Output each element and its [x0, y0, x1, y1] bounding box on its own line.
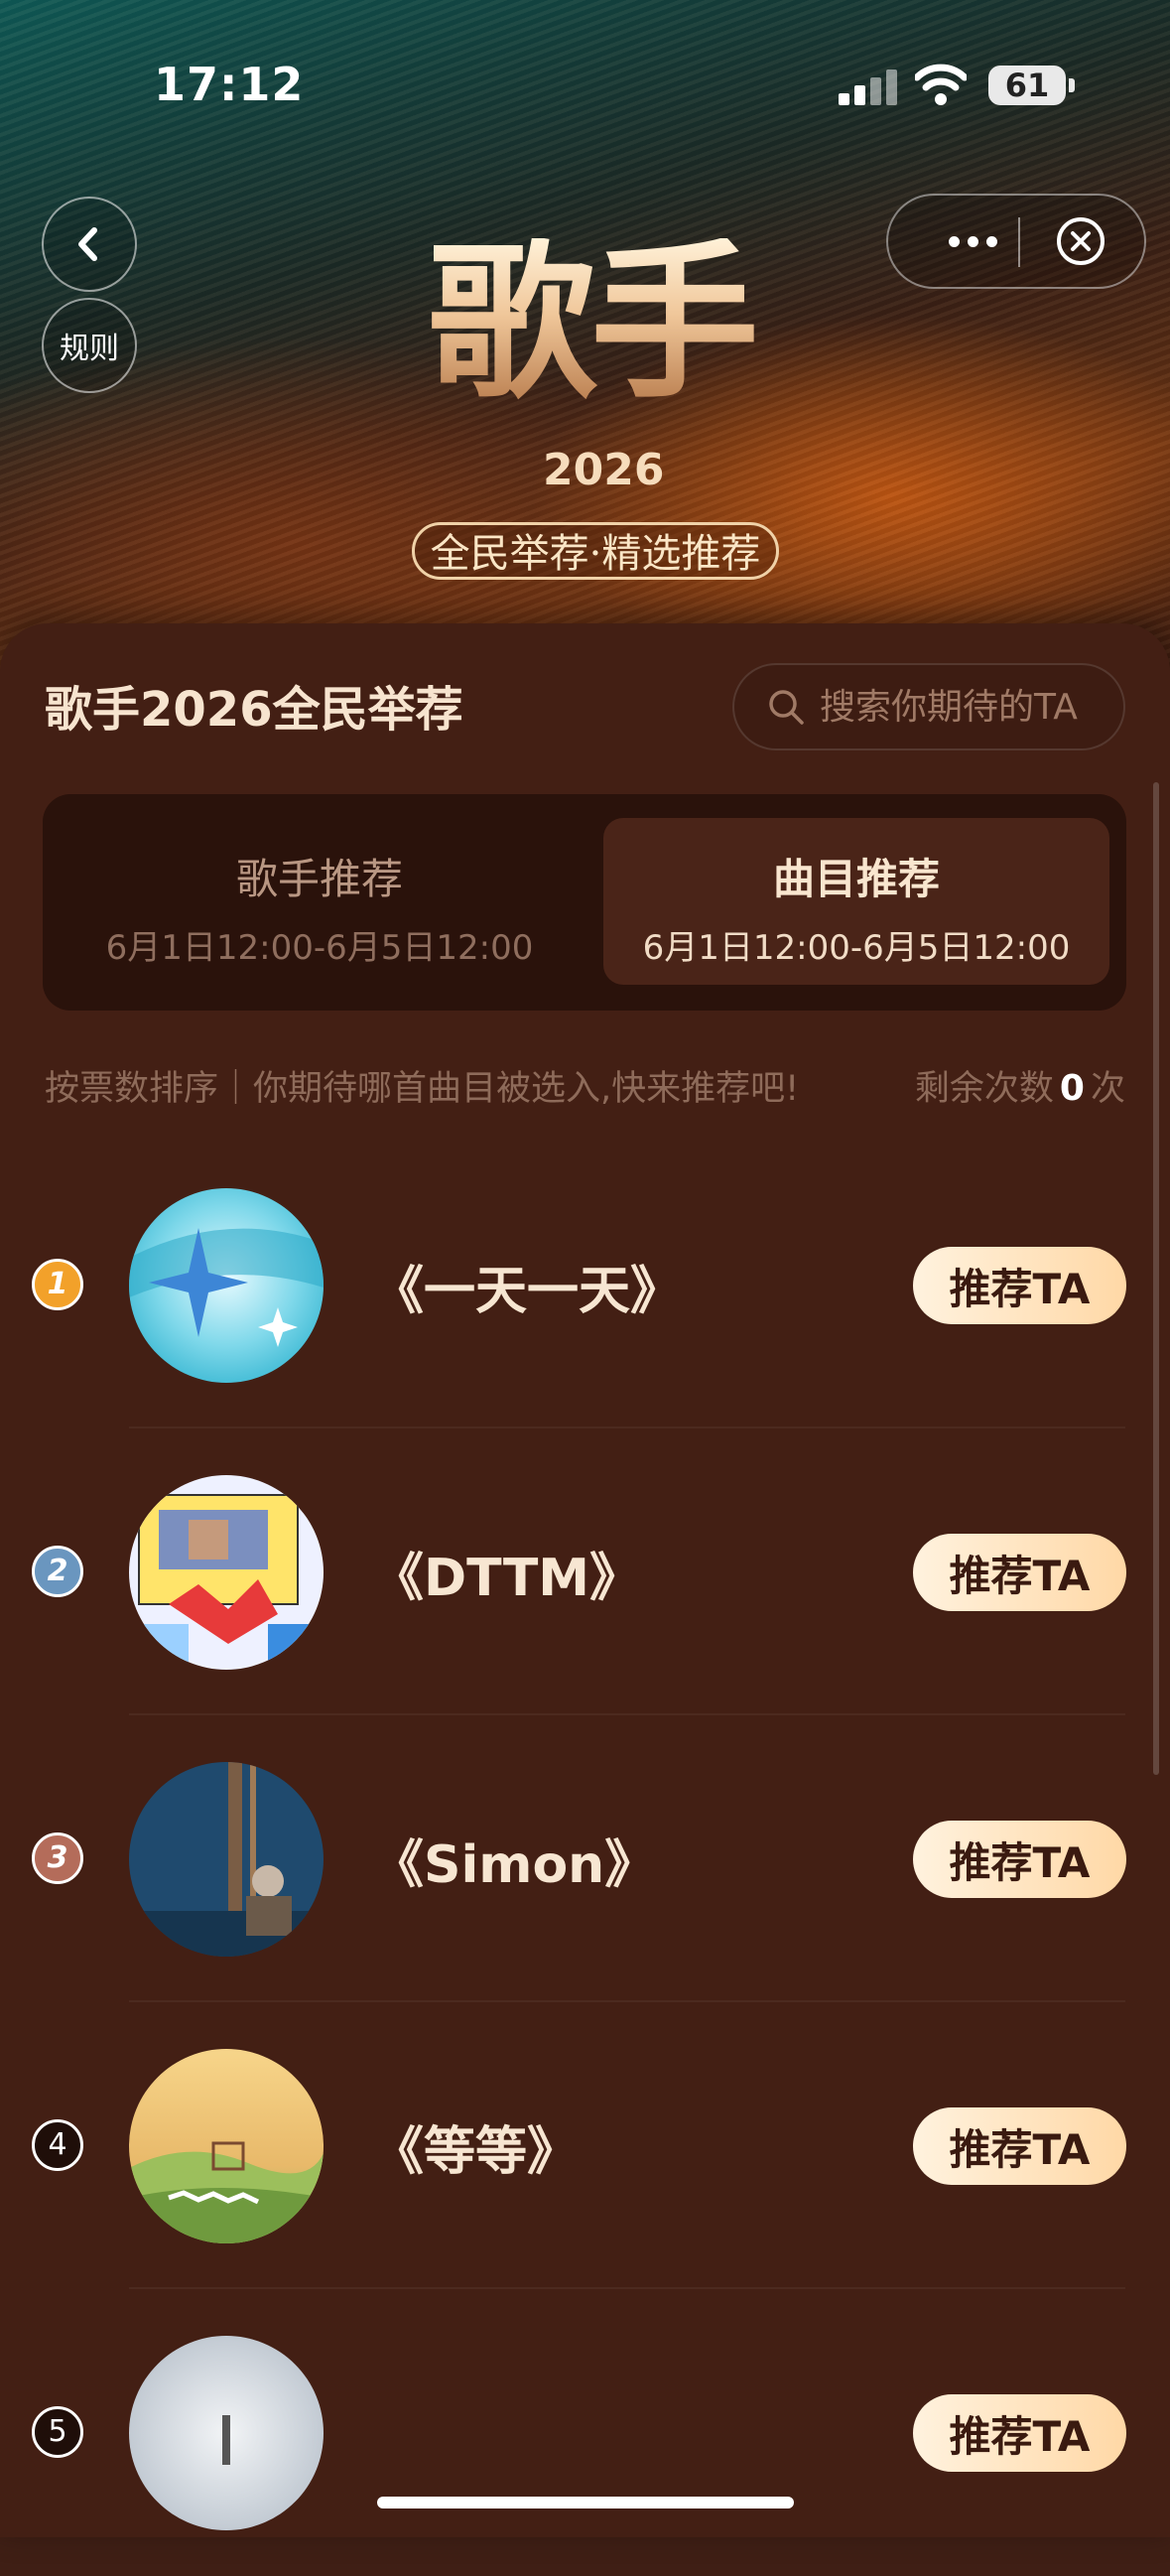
remaining-votes: 剩余次数 0 次 — [915, 1060, 1125, 1111]
logo-year: 2026 — [543, 445, 665, 495]
rank-badge: 4 — [32, 2119, 83, 2171]
mini-program-capsule — [886, 194, 1146, 289]
cellular-signal-icon — [839, 69, 898, 105]
list-item: 2 《DTTM》 推荐TA — [0, 1428, 1170, 1715]
section-title: 歌手2026全民举荐 — [45, 682, 463, 738]
capsule-divider — [1018, 217, 1020, 267]
back-button[interactable] — [42, 197, 137, 292]
show-logo: 歌手 2026 全民举荐·精选推荐 — [392, 238, 789, 596]
tab-singer-recommend[interactable]: 歌手推荐 6月1日12:00-6月5日12:00 — [66, 818, 573, 985]
list-item: 3 《Simon》 推荐TA — [0, 1715, 1170, 2002]
rank-badge: 5 — [32, 2406, 83, 2458]
rank-badge: 2 — [32, 1546, 83, 1597]
wifi-icon — [915, 64, 967, 105]
list-item: 1 《一天一天》 推荐TA — [0, 1142, 1170, 1428]
search-icon — [769, 690, 804, 725]
remaining-count: 0 — [1059, 1068, 1085, 1109]
logo-title: 歌手 — [392, 238, 789, 407]
close-icon[interactable] — [1055, 215, 1106, 267]
list-item: 5 推荐TA — [0, 2289, 1170, 2576]
song-list: 1 《一天一天》 推荐TA 2 《DTTM》 推荐TA 3 《Simon》 推荐… — [0, 1142, 1170, 2576]
recommend-button[interactable]: 推荐TA — [913, 1247, 1126, 1324]
chevron-left-icon — [78, 227, 97, 261]
cover-image — [129, 2049, 324, 2243]
more-button[interactable] — [928, 196, 1017, 287]
cover-image — [129, 1188, 324, 1383]
search-box[interactable] — [732, 663, 1125, 750]
tab-time-range: 6月1日12:00-6月5日12:00 — [105, 928, 534, 968]
recommend-button[interactable]: 推荐TA — [913, 2394, 1126, 2472]
song-title: 《一天一天》 — [372, 1262, 683, 1321]
tab-song-recommend[interactable]: 曲目推荐 6月1日12:00-6月5日12:00 — [603, 818, 1109, 985]
logo-subtitle: 全民举荐·精选推荐 — [412, 522, 779, 580]
battery-indicator: 61 — [988, 66, 1075, 105]
cover-image — [129, 1475, 324, 1670]
song-title: 《DTTM》 — [372, 1549, 642, 1608]
rank-badge: 1 — [32, 1259, 83, 1310]
song-title: 《Simon》 — [372, 1835, 657, 1895]
cover-image — [129, 1762, 324, 1957]
tab-time-range: 6月1日12:00-6月5日12:00 — [642, 928, 1071, 968]
tab-label: 歌手推荐 — [235, 855, 403, 903]
home-indicator[interactable] — [377, 2497, 794, 2508]
rank-badge: 3 — [32, 1832, 83, 1884]
remaining-unit: 次 — [1090, 1069, 1125, 1109]
remaining-label: 剩余次数 — [914, 1069, 1054, 1109]
list-item: 4 《等等》 推荐TA — [0, 2002, 1170, 2289]
category-tabs: 歌手推荐 6月1日12:00-6月5日12:00 曲目推荐 6月1日12:00-… — [43, 794, 1126, 1011]
song-title: 《等等》 — [372, 2122, 580, 2182]
status-time: 17:12 — [154, 58, 305, 111]
recommend-button[interactable]: 推荐TA — [913, 2107, 1126, 2185]
sort-hint: 按票数排序｜你期待哪首曲目被选入,快来推荐吧! — [45, 1069, 800, 1109]
rules-button[interactable]: 规则 — [42, 298, 137, 393]
search-input[interactable] — [818, 685, 1119, 729]
tab-label: 曲目推荐 — [772, 855, 940, 903]
cover-image — [129, 2336, 324, 2530]
recommend-button[interactable]: 推荐TA — [913, 1821, 1126, 1898]
more-dots-icon — [948, 235, 960, 247]
recommend-button[interactable]: 推荐TA — [913, 1534, 1126, 1611]
